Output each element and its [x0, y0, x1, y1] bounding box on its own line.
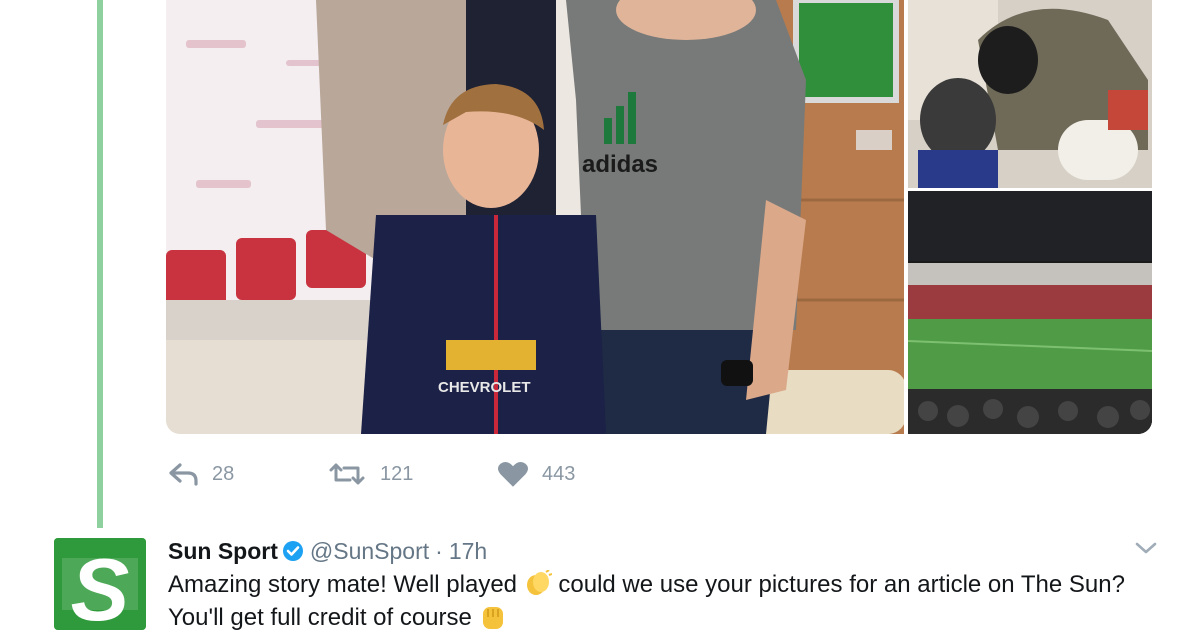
heart-icon — [498, 461, 528, 487]
photo-group-at-stadium: adidas CHEVROLET — [166, 0, 904, 434]
tweet-text: Amazing story mate! Well played could we… — [168, 568, 1168, 634]
verified-badge-icon — [282, 540, 304, 562]
thread-connector-line — [97, 0, 103, 528]
tweet-header: Sun Sport @SunSport · 17h — [168, 536, 487, 566]
retweet-button[interactable]: 121 — [328, 462, 498, 486]
retweet-icon — [328, 462, 366, 486]
reply-button[interactable]: 28 — [168, 462, 328, 486]
like-count: 443 — [542, 462, 576, 485]
media-photo-signing[interactable] — [908, 0, 1152, 188]
tweet-timestamp[interactable]: 17h — [449, 538, 487, 565]
like-button[interactable]: 443 — [498, 461, 575, 487]
chevron-down-icon — [1133, 538, 1159, 558]
photo-autograph-signing — [908, 0, 1152, 188]
reply-tweet: S Sun Sport @SunSport · 17h Amazing stor… — [0, 528, 1200, 631]
reply-icon — [168, 462, 198, 486]
raised-fist-emoji-icon — [479, 603, 507, 629]
photo-stadium-pitch — [908, 191, 1152, 434]
separator-dot: · — [435, 537, 443, 564]
shirt-sponsor-text: CHEVROLET — [438, 379, 531, 396]
tweet-options-button[interactable] — [1133, 538, 1159, 558]
sun-sport-logo: S — [54, 538, 146, 630]
avatar[interactable]: S — [54, 538, 146, 630]
reply-count: 28 — [212, 462, 235, 485]
tweet-text-part1: Amazing story mate! Well played — [168, 571, 518, 598]
retweet-count: 121 — [380, 462, 414, 485]
tshirt-brand-text: adidas — [582, 151, 658, 178]
clapping-hands-emoji-icon — [524, 570, 552, 596]
avatar-letter: S — [71, 540, 130, 630]
display-name[interactable]: Sun Sport — [168, 538, 278, 565]
media-photo-main[interactable]: adidas CHEVROLET — [166, 0, 904, 434]
tweet-media-grid: adidas CHEVROLET — [166, 0, 1152, 434]
tweet-action-bar: 28 121 443 — [168, 456, 668, 492]
media-photo-pitch[interactable] — [908, 191, 1152, 434]
user-handle[interactable]: @SunSport — [310, 538, 429, 565]
